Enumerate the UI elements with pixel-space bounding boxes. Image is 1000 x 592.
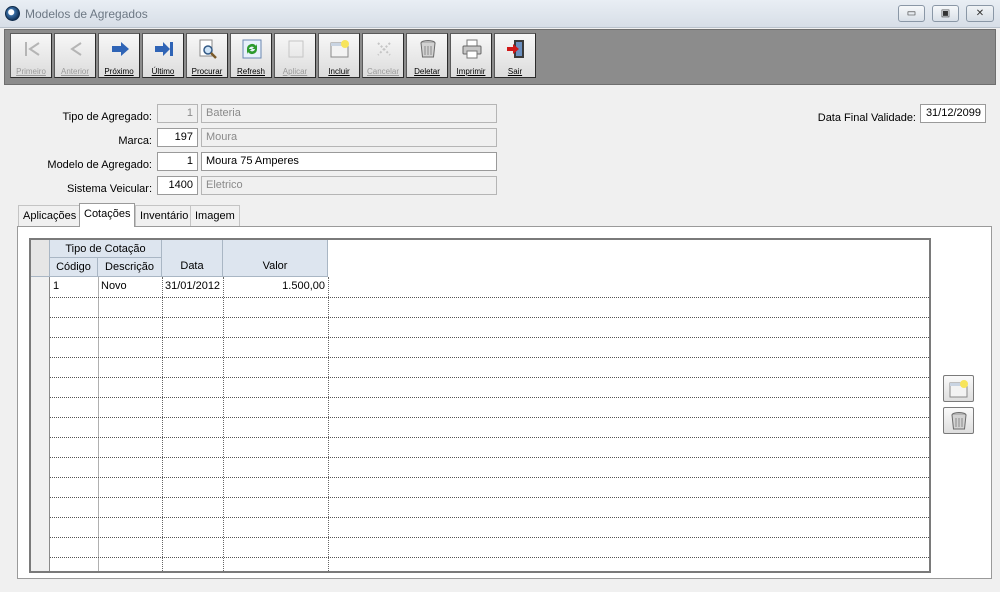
toolbar-cancel-button[interactable]: Cancelar xyxy=(362,33,404,78)
header-group-tipo-cotacao: Tipo de Cotação xyxy=(50,240,162,258)
sistema-veicular-description: Eletrico xyxy=(201,176,497,195)
cell-descricao[interactable]: Novo xyxy=(98,277,162,297)
toolbar-label: Cancelar xyxy=(366,67,399,76)
maximize-button[interactable]: ▣ xyxy=(932,5,959,22)
grid-corner xyxy=(31,240,50,277)
tab-inventario[interactable]: Inventário xyxy=(135,205,194,226)
toolbar: Primeiro Anterior Próximo Último Procura… xyxy=(4,29,996,85)
cell-data[interactable]: 31/01/2012 xyxy=(162,277,223,297)
refresh-icon xyxy=(242,39,262,59)
tab-imagem[interactable]: Imagem xyxy=(190,205,240,226)
grid-row-line xyxy=(50,517,929,518)
grid-row-line xyxy=(50,497,929,498)
grid-add-button[interactable] xyxy=(943,375,974,402)
toolbar-label: Deletar xyxy=(414,67,440,76)
next-icon xyxy=(112,42,129,56)
marca-label: Marca: xyxy=(118,135,152,147)
printer-icon xyxy=(462,39,482,59)
trash-icon xyxy=(951,412,967,430)
tab-cotacoes[interactable]: Cotações xyxy=(79,203,136,227)
cotacoes-grid[interactable]: Tipo de Cotação Código Descrição Data Va… xyxy=(29,238,931,573)
modelo-agregado-code[interactable]: 1 xyxy=(157,152,198,171)
marca-code[interactable]: 197 xyxy=(157,128,198,147)
grid-row-line xyxy=(50,457,929,458)
row-indicator-column xyxy=(31,277,50,571)
tipo-agregado-description: Bateria xyxy=(201,104,497,123)
minimize-button[interactable]: ▭ xyxy=(898,5,925,22)
app-icon xyxy=(5,6,20,21)
grid-row-line xyxy=(50,417,929,418)
grid-col-line xyxy=(162,277,163,571)
cancel-icon xyxy=(377,42,391,56)
last-icon xyxy=(155,42,173,56)
grid-row-line xyxy=(50,377,929,378)
close-button[interactable]: ✕ xyxy=(966,5,994,22)
header-codigo[interactable]: Código xyxy=(50,258,98,277)
toolbar-first-button[interactable]: Primeiro xyxy=(10,33,52,78)
header-data[interactable]: Data xyxy=(162,240,223,277)
grid-row-line xyxy=(50,437,929,438)
grid-row-line xyxy=(50,357,929,358)
sistema-veicular-code[interactable]: 1400 xyxy=(157,176,198,195)
toolbar-label: Refresh xyxy=(236,67,265,76)
grid-row-line xyxy=(50,297,929,298)
toolbar-label: Aplicar xyxy=(282,67,308,76)
grid-col-line xyxy=(328,277,329,571)
header-valor[interactable]: Valor xyxy=(223,240,328,277)
modelo-agregado-description[interactable]: Moura 75 Amperes xyxy=(201,152,497,171)
tipo-agregado-code[interactable]: 1 xyxy=(157,104,198,123)
title-bar: Modelos de Agregados ▭ ▣ ✕ xyxy=(0,0,1000,28)
toolbar-apply-button[interactable]: Aplicar xyxy=(274,33,316,78)
toolbar-label: Primeiro xyxy=(16,67,46,76)
marca-description: Moura xyxy=(201,128,497,147)
toolbar-label: Último xyxy=(151,67,175,76)
toolbar-add-button[interactable]: Incluir xyxy=(318,33,360,78)
grid-row-line xyxy=(50,477,929,478)
cell-valor[interactable]: 1.500,00 xyxy=(223,277,328,297)
window-title: Modelos de Agregados xyxy=(25,7,148,21)
grid-col-line xyxy=(98,277,99,571)
toolbar-next-button[interactable]: Próximo xyxy=(98,33,140,78)
toolbar-label: Anterior xyxy=(60,67,89,76)
data-final-validade-field[interactable]: 31/12/2099 xyxy=(920,104,986,123)
grid-row-line xyxy=(50,537,929,538)
tab-aplicacoes[interactable]: Aplicações xyxy=(18,205,82,226)
modelo-agregado-label: Modelo de Agregado: xyxy=(47,159,152,171)
toolbar-search-button[interactable]: Procurar xyxy=(186,33,228,78)
toolbar-exit-button[interactable]: Sair xyxy=(494,33,536,78)
toolbar-label: Próximo xyxy=(104,67,134,76)
grid-row-line xyxy=(50,397,929,398)
grid-row-line xyxy=(50,557,929,558)
toolbar-label: Imprimir xyxy=(456,67,486,76)
sistema-veicular-label: Sistema Veicular: xyxy=(67,183,152,195)
add-icon xyxy=(949,380,968,398)
data-final-validade-label: Data Final Validade: xyxy=(817,112,916,124)
grid-row-line xyxy=(50,317,929,318)
toolbar-previous-button[interactable]: Anterior xyxy=(54,33,96,78)
toolbar-delete-button[interactable]: Deletar xyxy=(406,33,448,78)
toolbar-last-button[interactable]: Último xyxy=(142,33,184,78)
first-icon xyxy=(25,42,40,56)
exit-icon xyxy=(507,40,524,58)
toolbar-refresh-button[interactable]: Refresh xyxy=(230,33,272,78)
toolbar-label: Procurar xyxy=(191,67,223,76)
grid-row-line xyxy=(50,337,929,338)
cell-codigo[interactable]: 1 xyxy=(50,277,98,297)
toolbar-label: Incluir xyxy=(328,67,350,76)
grid-col-line xyxy=(223,277,224,571)
add-icon xyxy=(330,40,349,58)
apply-icon xyxy=(288,40,304,58)
tipo-agregado-label: Tipo de Agregado: xyxy=(62,111,153,123)
toolbar-print-button[interactable]: Imprimir xyxy=(450,33,492,78)
toolbar-label: Sair xyxy=(507,67,523,76)
trash-icon xyxy=(420,40,436,58)
search-icon xyxy=(199,39,217,59)
previous-icon xyxy=(70,42,82,56)
header-descricao[interactable]: Descrição xyxy=(98,258,162,277)
grid-delete-button[interactable] xyxy=(943,407,974,434)
